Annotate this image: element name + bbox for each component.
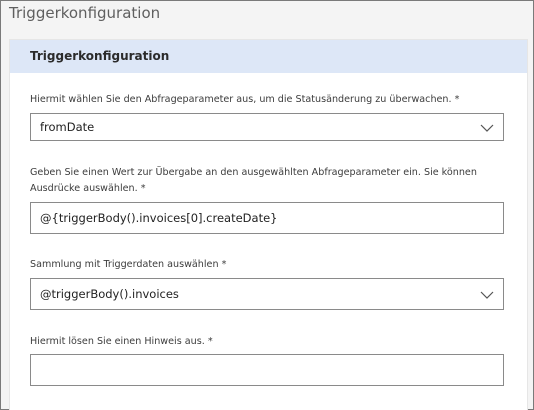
hint-trigger-label-text: Hiermit lösen Sie einen Hinweis aus. [30,336,205,347]
required-mark: * [140,183,146,194]
trigger-data-collection-label-text: Sammlung mit Triggerdaten auswählen [30,259,219,270]
panel-header: Triggerkonfiguration [10,40,527,73]
panel-title: Triggerkonfiguration [30,49,170,63]
trigger-configuration-dialog: Triggerkonfiguration Triggerkonfiguratio… [0,0,534,410]
hint-trigger-label: Hiermit lösen Sie einen Hinweis aus. * [30,334,500,350]
query-parameter-value: fromDate [40,120,95,134]
parameter-value-label: Geben Sie einen Wert zur Übergabe an den… [30,165,500,197]
required-mark: * [207,336,213,347]
required-mark: * [454,94,460,105]
hint-trigger-input[interactable] [30,354,504,386]
trigger-data-collection-value: @triggerBody().invoices [40,287,179,301]
chevron-down-icon [480,290,494,300]
query-parameter-dropdown[interactable]: fromDate [30,113,504,141]
trigger-data-collection-label: Sammlung mit Triggerdaten auswählen * [30,257,500,273]
required-mark: * [221,259,227,270]
chevron-down-icon [480,123,494,133]
parameter-value-label-text: Geben Sie einen Wert zur Übergabe an den… [30,167,477,194]
query-parameter-label: Hiermit wählen Sie den Abfrageparameter … [30,92,500,108]
trigger-configuration-panel: Triggerkonfiguration Hiermit wählen Sie … [9,39,528,410]
parameter-value-input[interactable]: @{triggerBody().invoices[0].createDate} [30,202,504,234]
query-parameter-label-text: Hiermit wählen Sie den Abfrageparameter … [30,94,452,105]
parameter-value-text: @{triggerBody().invoices[0].createDate} [40,211,278,225]
trigger-data-collection-dropdown[interactable]: @triggerBody().invoices [30,278,504,310]
window-title: Triggerkonfiguration [9,4,161,22]
